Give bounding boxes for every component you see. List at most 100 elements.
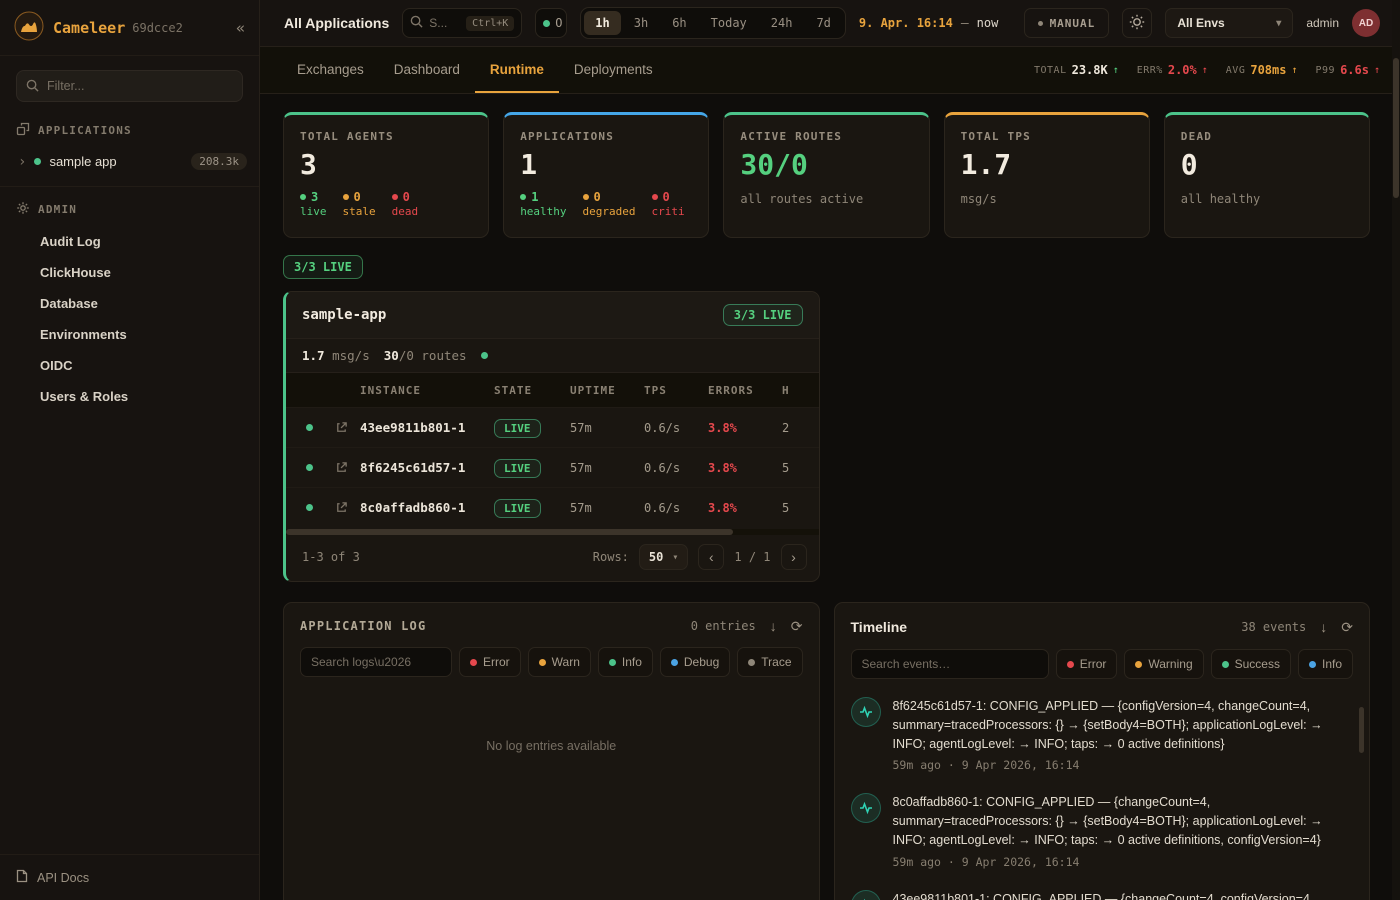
tab-dashboard[interactable]: Dashboard bbox=[379, 47, 475, 93]
timeline-event[interactable]: 8f6245c61d57-1: CONFIG_APPLIED — {config… bbox=[835, 685, 1370, 781]
tab-exchanges[interactable]: Exchanges bbox=[282, 47, 379, 93]
log-search-input[interactable] bbox=[300, 647, 452, 677]
manual-refresh-button[interactable]: MANUAL bbox=[1024, 8, 1110, 38]
application-log-panel: APPLICATION LOG 0 entries ↓ ⟳ Error Warn… bbox=[283, 602, 820, 900]
external-link-icon[interactable] bbox=[322, 421, 360, 434]
sidebar-item-clickhouse[interactable]: ClickHouse bbox=[0, 257, 259, 288]
log-filter-trace[interactable]: Trace bbox=[737, 647, 802, 677]
download-icon[interactable]: ↓ bbox=[1320, 620, 1327, 634]
time-range-button-24h[interactable]: 24h bbox=[760, 11, 804, 35]
metric-err: ERR% 2.0% ↑ bbox=[1137, 63, 1208, 77]
divider bbox=[0, 186, 259, 187]
time-range-button-today[interactable]: Today bbox=[700, 11, 758, 35]
app-card-header[interactable]: sample-app 3/3 LIVE bbox=[286, 292, 819, 338]
page-title: All Applications bbox=[284, 15, 389, 31]
timeline-filter-error[interactable]: Error bbox=[1056, 649, 1118, 679]
instances-table: INSTANCE STATE UPTIME TPS ERRORS H 43ee9… bbox=[286, 372, 819, 527]
search-icon bbox=[26, 79, 39, 95]
time-range-button-6h[interactable]: 6h bbox=[661, 11, 697, 35]
trend-up-icon: ↑ bbox=[1202, 65, 1208, 76]
prev-page-button[interactable]: ‹ bbox=[698, 544, 724, 570]
external-link-icon[interactable] bbox=[322, 461, 360, 474]
timeline-event[interactable]: 43ee9811b801-1: CONFIG_APPLIED — {change… bbox=[835, 878, 1370, 900]
scrollbar-thumb[interactable] bbox=[1393, 58, 1399, 198]
message-count-badge: 208.3k bbox=[191, 153, 247, 170]
timeline-scrollbar-thumb[interactable] bbox=[1359, 707, 1364, 753]
sidebar-item-users-roles[interactable]: Users & Roles bbox=[0, 381, 259, 412]
env-select[interactable]: All Envs ▾ bbox=[1165, 8, 1293, 38]
online-toggle[interactable]: O bbox=[535, 8, 567, 38]
log-filter-warn[interactable]: Warn bbox=[528, 647, 591, 677]
log-empty-message: No log entries available bbox=[284, 739, 819, 753]
bottom-panels: APPLICATION LOG 0 entries ↓ ⟳ Error Warn… bbox=[283, 602, 1370, 900]
stat-card-applications: APPLICATIONS 1 1healthy 0degraded 0criti bbox=[503, 112, 709, 238]
timeline-search-input[interactable] bbox=[851, 649, 1049, 679]
timeline-filter-success[interactable]: Success bbox=[1211, 649, 1291, 679]
trend-up-icon: ↑ bbox=[1374, 65, 1380, 76]
table-row[interactable]: 8f6245c61d57-1 LIVE 57m 0.6/s 3.8% 5 bbox=[286, 447, 819, 487]
timeline-panel: Timeline 38 events ↓ ⟳ Error Warning Suc… bbox=[834, 602, 1371, 900]
state-badge: LIVE bbox=[494, 459, 541, 478]
table-row[interactable]: 43ee9811b801-1 LIVE 57m 0.6/s 3.8% 2 bbox=[286, 407, 819, 447]
api-docs-link[interactable]: API Docs bbox=[0, 854, 259, 900]
refresh-icon[interactable]: ⟳ bbox=[1341, 620, 1353, 634]
activity-icon bbox=[851, 793, 881, 823]
time-range-button-7d[interactable]: 7d bbox=[805, 11, 841, 35]
rows-label: Rows: bbox=[593, 550, 629, 564]
external-link-icon[interactable] bbox=[322, 501, 360, 514]
search-shortcut-badge: Ctrl+K bbox=[466, 16, 514, 31]
online-status-dot bbox=[543, 20, 550, 27]
trend-up-icon: ↑ bbox=[1113, 65, 1119, 76]
page-scrollbar[interactable] bbox=[1392, 0, 1400, 900]
sun-icon bbox=[1129, 14, 1145, 33]
log-entries-count: 0 entries bbox=[691, 619, 756, 633]
date-range-display[interactable]: 9. Apr. 16:14 — now bbox=[859, 16, 998, 31]
filter-dot bbox=[748, 659, 755, 666]
chevron-right-icon: › bbox=[18, 155, 26, 169]
log-filter-error[interactable]: Error bbox=[459, 647, 521, 677]
avatar[interactable]: AD bbox=[1352, 9, 1380, 37]
api-docs-label: API Docs bbox=[37, 871, 89, 885]
tabs: Exchanges Dashboard Runtime Deployments bbox=[282, 47, 668, 93]
instance-status-dot bbox=[306, 504, 313, 511]
table-row[interactable]: 8c0affadb860-1 LIVE 57m 0.6/s 3.8% 5 bbox=[286, 487, 819, 527]
timeline-events-count: 38 events bbox=[1241, 620, 1306, 634]
filter-dot bbox=[470, 659, 477, 666]
timeline-filter-info[interactable]: Info bbox=[1298, 649, 1353, 679]
rows-per-page-select[interactable]: 50 ▾ bbox=[639, 544, 688, 570]
app-logo[interactable]: Cameleer 69dcce2 bbox=[14, 11, 183, 44]
stat-card-total-tps: TOTAL TPS 1.7 msg/s bbox=[944, 112, 1150, 238]
main-area: All Applications S... Ctrl+K O 1h 3h 6h … bbox=[260, 0, 1400, 900]
timeline-filter-warning[interactable]: Warning bbox=[1124, 649, 1203, 679]
sidebar-item-database[interactable]: Database bbox=[0, 288, 259, 319]
sidebar-item-environments[interactable]: Environments bbox=[0, 319, 259, 350]
download-icon[interactable]: ↓ bbox=[770, 619, 777, 633]
next-page-button[interactable]: › bbox=[781, 544, 807, 570]
time-range-button-3h[interactable]: 3h bbox=[623, 11, 659, 35]
log-filter-info[interactable]: Info bbox=[598, 647, 653, 677]
document-icon bbox=[16, 869, 28, 886]
theme-toggle-button[interactable] bbox=[1122, 8, 1152, 38]
chevron-down-icon: ▾ bbox=[1276, 18, 1281, 29]
timeline-event[interactable]: 8c0affadb860-1: CONFIG_APPLIED — {change… bbox=[835, 781, 1370, 877]
sidebar-item-sample-app[interactable]: › sample app 208.3k bbox=[0, 147, 259, 176]
state-badge: LIVE bbox=[494, 499, 541, 518]
chevron-down-icon: ▾ bbox=[672, 552, 678, 563]
sidebar-collapse-icon[interactable]: « bbox=[236, 19, 245, 37]
sidebar-item-oidc[interactable]: OIDC bbox=[0, 350, 259, 381]
tab-deployments[interactable]: Deployments bbox=[559, 47, 668, 93]
time-range-button-1h[interactable]: 1h bbox=[584, 11, 620, 35]
sidebar-filter-input[interactable] bbox=[16, 70, 243, 102]
global-search[interactable]: S... Ctrl+K bbox=[402, 8, 522, 38]
metric-total: TOTAL 23.8K ↑ bbox=[1034, 63, 1119, 77]
log-filter-debug[interactable]: Debug bbox=[660, 647, 730, 677]
metric-p99: P99 6.6s ↑ bbox=[1316, 63, 1381, 77]
range-end: now bbox=[977, 16, 999, 30]
tab-runtime[interactable]: Runtime bbox=[475, 47, 559, 93]
gear-icon bbox=[16, 201, 30, 218]
sidebar-item-audit-log[interactable]: Audit Log bbox=[0, 226, 259, 257]
filter-dot bbox=[1067, 661, 1074, 668]
live-status-badge: 3/3 LIVE bbox=[723, 304, 803, 326]
refresh-icon[interactable]: ⟳ bbox=[791, 619, 803, 633]
manual-status-dot bbox=[1038, 21, 1043, 26]
